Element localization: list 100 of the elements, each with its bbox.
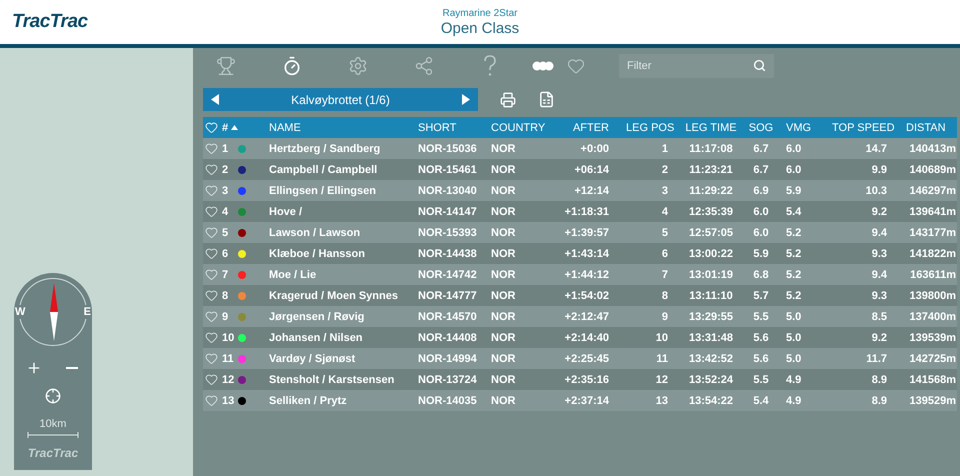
result-row[interactable]: 13 Selliken / Prytz NOR-14035 NOR +2:37:14 13 13:54:22 5.4 4.9 8.9 139529m <box>203 390 957 411</box>
table-cell-text: +12:14 <box>573 184 610 196</box>
result-row[interactable]: 3 Ellingsen / Ellingsen NOR-13040 NOR +12:14 3 11:29:22 6.9 5.9 10.3 146297m <box>203 180 957 201</box>
table-cell-text: 13:11:10 <box>688 290 734 302</box>
result-row[interactable]: 6 Klæboe / Hansson NOR-14438 NOR +1:43:14 6 13:00:22 5.9 5.2 9.3 141822m <box>203 243 957 264</box>
table-cell-text: 13:00:22 <box>688 248 734 260</box>
table-cell-text: 9.4 <box>870 226 888 238</box>
table-cell-text: 142725m <box>908 352 957 364</box>
crosshair-icon <box>45 388 61 404</box>
table-cell-text: +2:35:16 <box>564 374 610 386</box>
column-header[interactable]: COUNTRY <box>488 122 560 134</box>
rank-cell-text: 4 <box>222 206 230 218</box>
column-header[interactable]: TOP SPEED <box>820 122 895 134</box>
table-cell-text: 13:42:52 <box>688 352 734 364</box>
table-cell-text: 5 <box>660 226 669 238</box>
table-cell-text: 5.6 <box>752 332 770 344</box>
result-row[interactable]: 9 Jørgensen / Røvig NOR-14570 NOR +2:12:47 9 13:29:55 5.5 5.0 8.5 137400m <box>203 306 957 327</box>
table-cell-text: 6.0 <box>785 164 802 176</box>
column-header[interactable]: VMG <box>780 122 820 134</box>
table-cell-text: NOR <box>490 290 516 302</box>
table-cell-text: NOR <box>490 184 516 196</box>
table-cell-text: NOR <box>490 268 516 280</box>
result-row[interactable]: 10 Johansen / Nilsen NOR-14408 NOR +2:14:40 10 13:31:48 5.6 5.0 9.2 139539m <box>203 327 957 348</box>
table-cell-text: 14.7 <box>864 142 888 154</box>
table-cell-text: 10 <box>654 332 669 344</box>
settings-icon <box>348 56 368 76</box>
table-cell-text: 139641m <box>908 206 957 218</box>
zoom-in-button[interactable] <box>26 360 42 376</box>
table-cell-text: NOR-14570 <box>417 310 478 322</box>
previous-leg-button[interactable] <box>211 94 219 105</box>
table-cell-text: 13 <box>654 394 669 406</box>
column-header[interactable]: AFTER <box>560 122 612 134</box>
result-row[interactable]: 8 Kragerud / Moen Synnes NOR-14777 NOR +1:54:02 8 13:11:10 5.7 5.2 9.3 139800m <box>203 285 957 306</box>
table-cell-text: 5.6 <box>752 352 770 364</box>
table-cell-text: +2:37:14 <box>564 394 610 406</box>
table-cell-text: NOR <box>490 394 516 406</box>
table-cell-text: 11:23:21 <box>688 164 734 176</box>
column-header[interactable]: LEG TIME <box>680 122 742 134</box>
column-header[interactable]: DISTAN <box>895 122 957 134</box>
result-row[interactable]: 1 Hertzberg / Sandberg NOR-15036 NOR +0:00 1 11:17:08 6.7 6.0 14.7 140413m <box>203 138 957 159</box>
print-button[interactable] <box>500 92 516 108</box>
help-icon <box>483 55 497 77</box>
table-cell-text: 6.0 <box>752 226 770 238</box>
tractrac-logo[interactable]: TracTrac <box>0 11 200 33</box>
table-cell-text: Campbell / Campbell <box>268 164 378 176</box>
table-cell-text: NOR-14742 <box>417 268 478 280</box>
table-cell-text: 8.9 <box>870 394 888 406</box>
result-row[interactable]: 5 Lawson / Lawson NOR-15393 NOR +1:39:57 5 12:57:05 6.0 5.2 9.4 143177m <box>203 222 957 243</box>
table-cell-text: 140689m <box>908 164 957 176</box>
table-cell-text: 6.0 <box>785 142 802 154</box>
result-row[interactable]: 7 Moe / Lie NOR-14742 NOR +1:44:12 7 13:01:19 6.8 5.2 9.4 163611m <box>203 264 957 285</box>
table-cell-text: 140413m <box>908 142 957 154</box>
table-cell-text: 13:54:22 <box>688 394 734 406</box>
table-cell-text: NOR-14438 <box>417 248 478 260</box>
table-cell-text: NOR-15393 <box>417 226 478 238</box>
rank-cell-text: 8 <box>222 290 230 302</box>
table-cell-text: +2:25:45 <box>564 352 610 364</box>
column-header[interactable]: SOG <box>742 122 780 134</box>
result-row[interactable]: 12 Stensholt / Karstsensen NOR-13724 NOR +2:35:16 12 13:52:24 5.5 4.9 8.9 141568m <box>203 369 957 390</box>
rank-cell-text: 2 <box>222 164 230 176</box>
table-cell-text: 13:31:48 <box>688 332 734 344</box>
table-cell-text: +1:44:12 <box>564 268 610 280</box>
next-leg-button[interactable] <box>462 94 470 105</box>
leg-name: Kalvøybrottet (1/6) <box>291 92 390 106</box>
table-cell-text: 5.2 <box>785 268 802 280</box>
rank-cell-text: 13 <box>222 394 236 406</box>
table-cell-text: 9 <box>660 310 669 322</box>
export-spreadsheet-button[interactable] <box>538 91 555 108</box>
table-cell-text: NOR <box>490 206 516 218</box>
result-row[interactable]: 4 Hove / NOR-14147 NOR +1:18:31 4 12:35:39 6.0 5.4 9.2 139641m <box>203 201 957 222</box>
table-cell-text: NOR <box>490 164 516 176</box>
result-row[interactable]: 2 Campbell / Campbell NOR-15461 NOR +06:14 2 11:23:21 6.7 6.0 9.9 140689m <box>203 159 957 180</box>
table-cell-text: NOR-13040 <box>417 184 478 196</box>
table-cell-text: 13:01:19 <box>688 268 734 280</box>
result-row[interactable]: 11 Vardøy / Sjønøst NOR-14994 NOR +2:25:45 11 13:42:52 5.6 5.0 11.7 142725m <box>203 348 957 369</box>
search-icon[interactable] <box>753 59 766 72</box>
table-cell-text: 141568m <box>908 374 957 386</box>
table-cell-text: +1:54:02 <box>564 290 610 302</box>
sort-ascending-icon <box>231 125 238 130</box>
table-cell-text: Klæboe / Hansson <box>268 248 366 260</box>
table-cell-text: 13:52:24 <box>688 374 734 386</box>
table-cell-text: 5.4 <box>785 206 802 218</box>
class-title: Open Class <box>440 20 520 36</box>
table-cell-text: 9.4 <box>870 268 888 280</box>
stopwatch-icon <box>282 56 302 76</box>
locate-button[interactable] <box>45 388 61 404</box>
column-header[interactable]: # <box>222 122 262 134</box>
table-cell-text: 5.0 <box>785 332 802 344</box>
table-cell-text: 2 <box>660 164 669 176</box>
table-cell-text: NOR-14408 <box>417 332 478 344</box>
column-header[interactable]: NAME <box>262 122 415 134</box>
table-cell-text: 11:29:22 <box>688 184 734 196</box>
table-cell-text: Hove / <box>268 206 304 218</box>
table-cell-text: 8 <box>660 290 669 302</box>
table-cell-text: 139539m <box>908 332 957 344</box>
table-cell-text: +0:00 <box>580 142 610 154</box>
column-header[interactable]: LEG POS <box>612 122 680 134</box>
table-cell-text: +1:43:14 <box>564 248 610 260</box>
column-header[interactable]: SHORT <box>415 122 488 134</box>
rank-cell-text: 5 <box>222 226 230 238</box>
